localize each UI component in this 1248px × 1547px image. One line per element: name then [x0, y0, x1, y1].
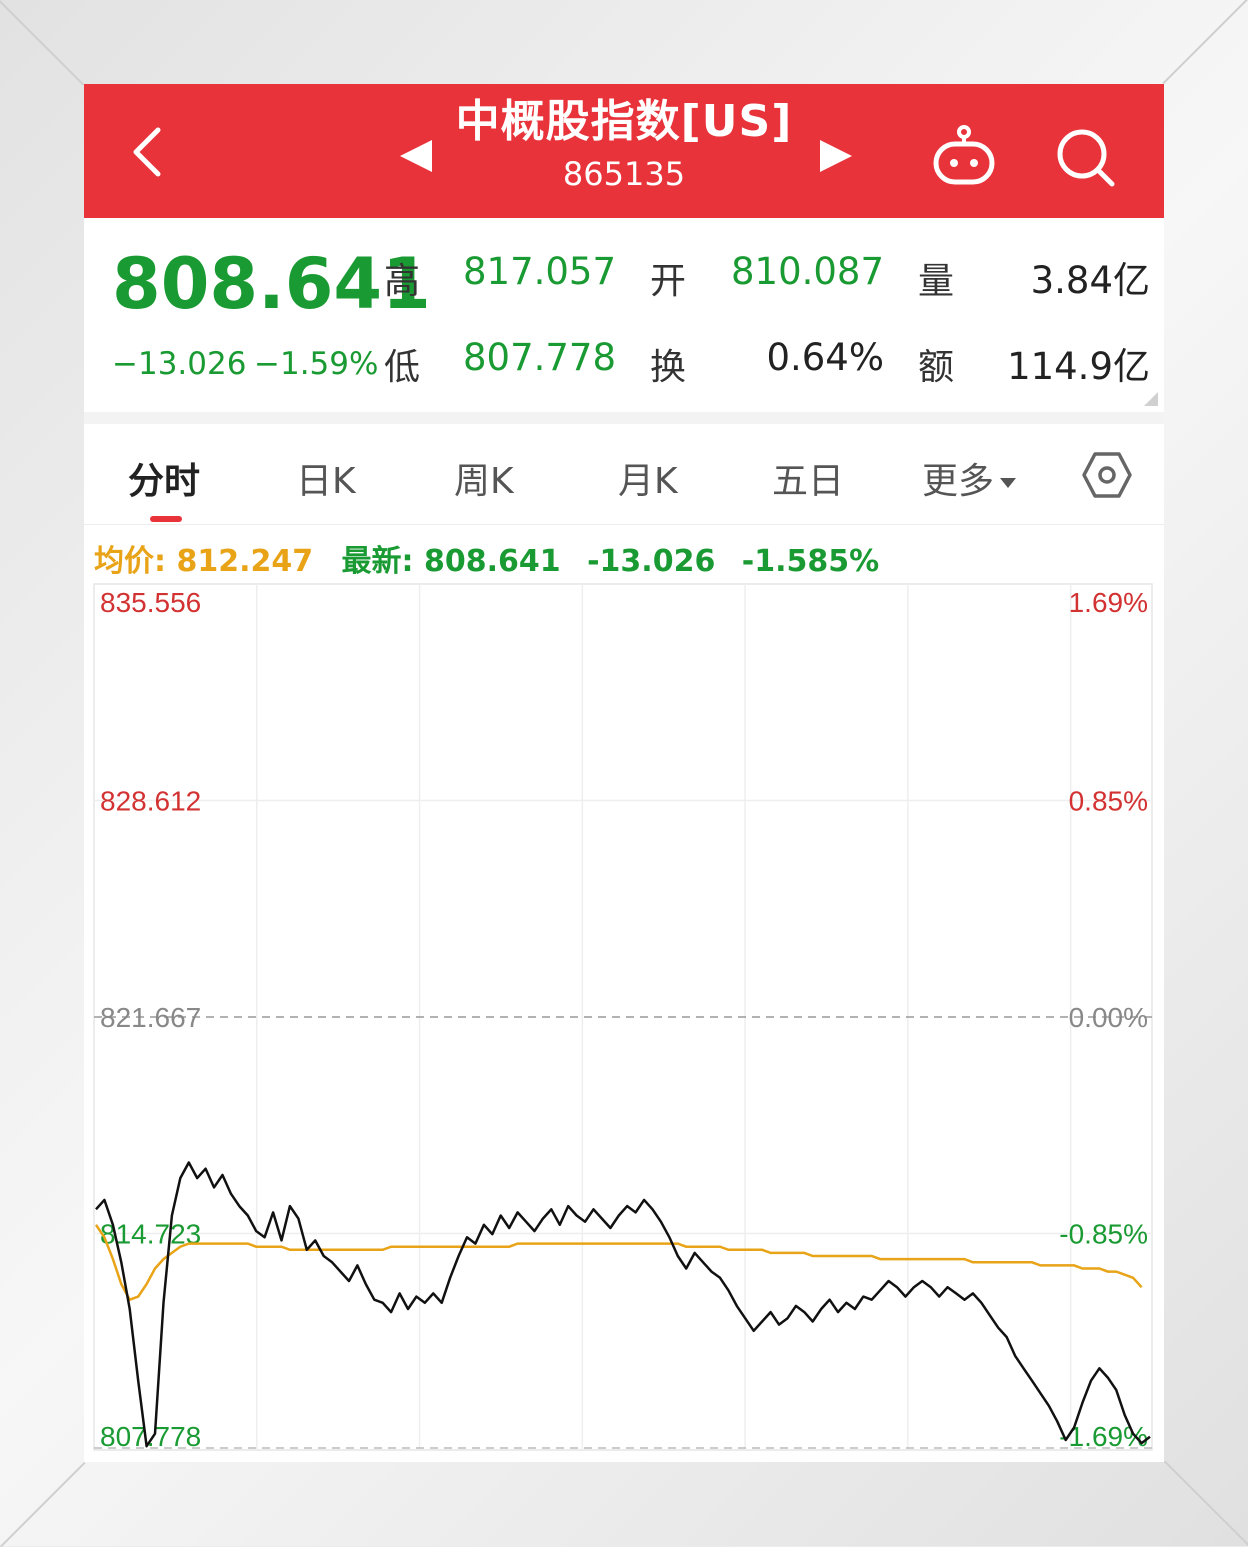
volume-label: 量 [918, 261, 955, 302]
open-value: 810.087 [730, 250, 884, 293]
tab-weekly-k[interactable]: 周K [454, 452, 514, 504]
avg-price-line [94, 1224, 1143, 1302]
latest-price-text: 最新: 808.641 [341, 544, 561, 579]
frame-bevel-line [1162, 0, 1248, 84]
tab-more-label: 更多 [922, 461, 995, 502]
y-tick-label-right: 1.69% [1069, 587, 1148, 618]
page-title: 中概股指数[US] [455, 96, 793, 147]
open-label: 开 [650, 261, 687, 302]
divider [84, 412, 1164, 424]
y-tick-label-left: 828.612 [100, 786, 201, 817]
active-tab-indicator [150, 516, 182, 522]
expand-corner-icon[interactable] [1144, 392, 1158, 406]
y-tick-label-left: 821.667 [100, 1002, 201, 1033]
intraday-chart[interactable]: 835.556 1.69%828.612 0.85%821.667 0.00%814.… [84, 580, 1164, 1462]
stock-code: 865135 [562, 155, 686, 193]
latest-pct-text: -1.585% [741, 544, 880, 579]
frame-bevel-line [0, 1462, 86, 1547]
avg-price-text: 均价: 812.247 [94, 544, 314, 579]
tab-five-day[interactable]: 五日 [772, 452, 844, 504]
chart-info-line: 均价: 812.247 最新: 808.641 -13.026 -1.585% [94, 536, 879, 580]
quote-panel: 808.641 −13.026 −1.59% 高 817.057 开 810.0… [84, 218, 1164, 412]
y-tick-label-right: 0.00% [1069, 1002, 1148, 1033]
volume-value: 3.84亿 [1030, 259, 1150, 302]
next-stock-arrow[interactable] [820, 140, 852, 172]
header-bar: 中概股指数[US] 865135 [84, 84, 1164, 218]
tab-daily-k[interactable]: 日K [296, 452, 356, 504]
frame-bevel-line [0, 0, 84, 86]
low-value: 807.778 [462, 336, 616, 379]
price-change-pct: −1.59% [254, 346, 379, 382]
amount-value: 114.9亿 [1007, 345, 1150, 388]
chart-tabs: 分时 日K 周K 月K 五日 更多 [84, 424, 1164, 525]
y-tick-label-right: 0.85% [1069, 786, 1148, 817]
high-label: 高 [384, 261, 421, 302]
latest-change-text: -13.026 [587, 544, 716, 579]
tab-intraday[interactable]: 分时 [128, 452, 200, 504]
tab-monthly-k[interactable]: 月K [618, 452, 678, 504]
turnover-value: 0.64% [766, 336, 884, 379]
price-change: −13.026 [112, 346, 247, 382]
frame-bevel-line [1164, 1460, 1248, 1546]
y-tick-label-right: -0.85% [1059, 1219, 1148, 1250]
settings-icon[interactable] [1082, 450, 1132, 500]
current-price: 808.641 [112, 243, 431, 325]
amount-label: 额 [918, 347, 955, 388]
low-label: 低 [384, 347, 421, 388]
search-icon[interactable] [1054, 126, 1116, 188]
app-screen: 中概股指数[US] 865135 808.641 −13.026 −1.59% … [84, 84, 1164, 1462]
tab-more[interactable]: 更多 [922, 452, 1017, 504]
robot-icon[interactable] [930, 124, 998, 188]
high-value: 817.057 [462, 250, 616, 293]
y-tick-label-left: 835.556 [100, 587, 201, 618]
turnover-label: 换 [650, 347, 687, 388]
y-tick-label-left: 807.778 [100, 1421, 201, 1452]
caret-down-icon [1000, 478, 1017, 488]
price-line [95, 1161, 1151, 1448]
title-block: 中概股指数[US] 865135 [84, 94, 1164, 196]
